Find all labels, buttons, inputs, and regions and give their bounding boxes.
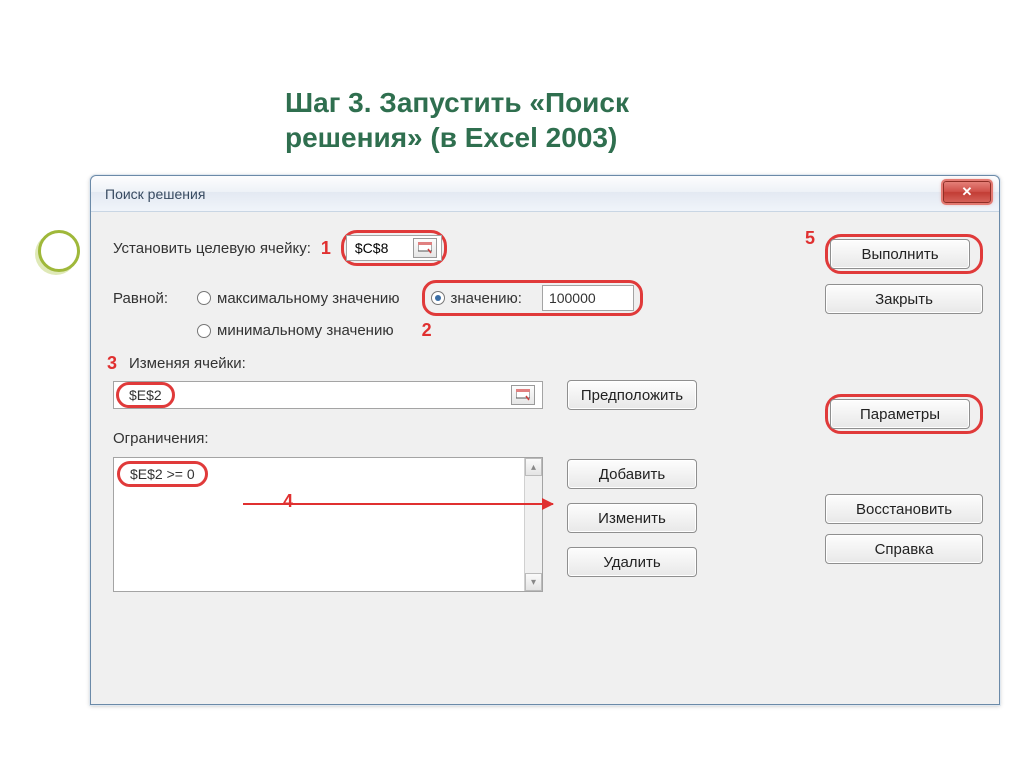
- close-button[interactable]: ✕: [943, 181, 991, 203]
- radio-max-label: максимальному значению: [217, 290, 400, 307]
- radio-value-label: значению:: [451, 290, 522, 307]
- annotation-5: 5: [805, 228, 815, 249]
- changing-cells-circle: $E$2: [116, 382, 175, 408]
- annotation-3: 3: [107, 353, 117, 374]
- radio-min-label: минимальному значению: [217, 322, 394, 339]
- help-button[interactable]: Справка: [825, 534, 983, 564]
- radio-max[interactable]: максимальному значению: [197, 290, 400, 307]
- restore-button[interactable]: Восстановить: [825, 494, 983, 524]
- main-column: Установить целевую ячейку: 1 Равной: м: [113, 230, 807, 694]
- close-icon: ✕: [962, 184, 973, 200]
- scrollbar[interactable]: ▴ ▾: [524, 458, 542, 591]
- constraints-listbox[interactable]: $E$2 >= 0 ▴ ▾: [113, 457, 543, 592]
- window-title: Поиск решения: [105, 186, 205, 202]
- radio-icon: [197, 291, 211, 305]
- params-circle: Параметры: [825, 394, 983, 434]
- value-input[interactable]: 100000: [542, 285, 634, 311]
- equal-to-label: Равной:: [113, 288, 187, 309]
- radio-icon: [431, 291, 445, 305]
- dialog-body: Установить целевую ячейку: 1 Равной: м: [91, 212, 999, 704]
- add-button[interactable]: Добавить: [567, 459, 697, 489]
- radio-value[interactable]: значению:: [431, 290, 522, 307]
- scroll-up-icon[interactable]: ▴: [525, 458, 542, 476]
- scroll-down-icon[interactable]: ▾: [525, 573, 542, 591]
- radio-min[interactable]: минимальному значению: [197, 322, 394, 339]
- slide-title: Шаг 3. Запустить «Поиск решения» (в Exce…: [285, 85, 765, 155]
- solver-dialog-window: Поиск решения ✕ Установить целевую ячейк…: [90, 175, 1000, 705]
- side-buttons: Выполнить Закрыть Параметры Восстановить…: [825, 230, 983, 694]
- execute-circle: Выполнить: [825, 234, 983, 274]
- changing-cells-field[interactable]: $E$2: [113, 381, 543, 409]
- scroll-track: [525, 476, 542, 573]
- changing-cells-value: $E$2: [121, 384, 170, 406]
- target-cell-circle: [341, 230, 447, 266]
- constraints-label: Ограничения:: [113, 428, 807, 449]
- changing-cells-label: Изменяя ячейки:: [129, 353, 246, 374]
- radio-icon: [197, 324, 211, 338]
- annotation-4: 4: [283, 491, 293, 512]
- value-radio-circle: значению: 100000: [422, 280, 643, 316]
- guess-button[interactable]: Предположить: [567, 380, 697, 410]
- bullet-icon: [38, 230, 80, 272]
- execute-button[interactable]: Выполнить: [830, 239, 970, 269]
- constraint-item[interactable]: $E$2 >= 0: [122, 462, 203, 486]
- annotation-arrow: [243, 503, 553, 505]
- target-cell-field[interactable]: [346, 235, 442, 261]
- annotation-1: 1: [321, 238, 331, 259]
- range-picker-icon[interactable]: [413, 238, 437, 258]
- constraint-circle: $E$2 >= 0: [117, 461, 208, 487]
- close-dialog-button[interactable]: Закрыть: [825, 284, 983, 314]
- range-picker-icon[interactable]: [511, 385, 535, 405]
- params-button[interactable]: Параметры: [830, 399, 970, 429]
- change-button[interactable]: Изменить: [567, 503, 697, 533]
- annotation-2: 2: [422, 320, 432, 341]
- target-cell-label: Установить целевую ячейку:: [113, 238, 311, 259]
- title-bar: Поиск решения ✕: [91, 176, 999, 212]
- target-cell-input[interactable]: [353, 239, 409, 257]
- delete-button[interactable]: Удалить: [567, 547, 697, 577]
